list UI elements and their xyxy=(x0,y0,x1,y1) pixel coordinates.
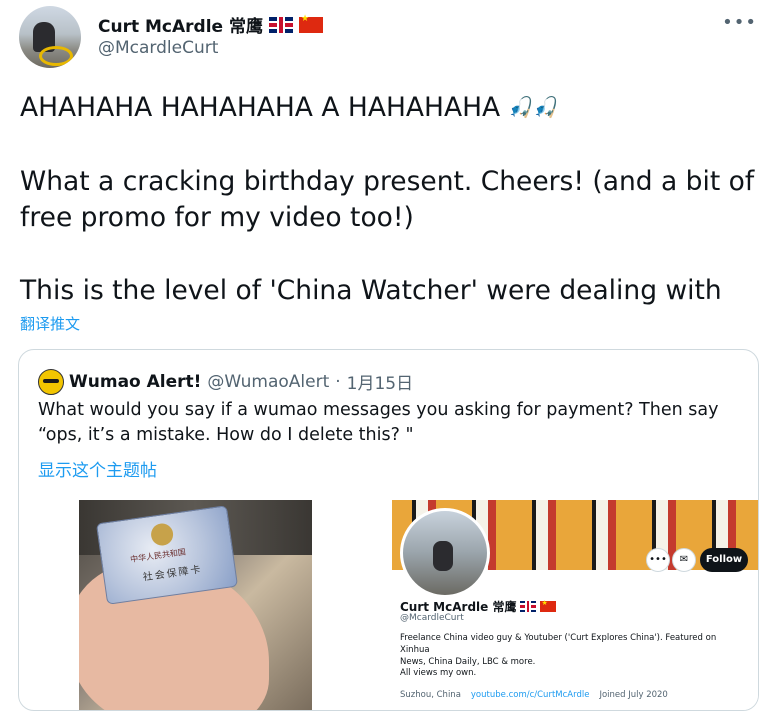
tweet-text-1: AHAHAHA HAHAHAHA A HAHAHAHA xyxy=(20,92,501,123)
profile-meta: Suzhou, China youtube.com/c/CurtMcArdle … xyxy=(400,690,668,700)
tweet-text-line-4: This is the level of 'China Watcher' wer… xyxy=(20,275,722,306)
author-avatar[interactable] xyxy=(19,6,81,68)
profile-bio: Freelance China video guy & Youtuber ('C… xyxy=(400,632,745,668)
quote-separator: · xyxy=(335,371,341,392)
more-small-icon: ••• xyxy=(646,548,670,572)
profile-link: youtube.com/c/CurtMcArdle xyxy=(470,690,590,700)
quote-header: Wumao Alert! @WumaoAlert · 1月15日 xyxy=(69,369,413,395)
quote-text-line-2: “ops, it’s a mistake. How do I delete th… xyxy=(38,425,414,445)
more-options-icon[interactable]: ••• xyxy=(722,12,757,33)
card-text-1: 中华人民共和国 xyxy=(129,547,187,565)
card-text-2: 社会保障卡 xyxy=(142,564,204,584)
quote-photo-social-security-card[interactable]: 中华人民共和国 社会保障卡 xyxy=(79,500,312,710)
quote-photo-profile-screenshot[interactable]: ••• ✉ Follow Curt McArdle 常鹰 @McardleCur… xyxy=(392,500,758,710)
joined-text: Joined July 2020 xyxy=(599,690,668,700)
location-text: Suzhou, China xyxy=(400,690,461,700)
profile-handle: @McardleCurt xyxy=(400,613,464,623)
quote-date[interactable]: 1月15日 xyxy=(347,369,413,394)
profile-avatar xyxy=(400,508,490,598)
show-thread-link[interactable]: 显示这个主题帖 xyxy=(38,456,157,481)
author-name-row[interactable]: Curt McArdle 常鹰 xyxy=(98,12,323,37)
tweet-text-line-1: AHAHAHA HAHAHAHA A HAHAHAHA 🎣🎣 xyxy=(20,90,558,127)
translate-tweet-link[interactable]: 翻译推文 xyxy=(20,313,80,334)
author-display-name[interactable]: Curt McArdle 常鹰 xyxy=(98,12,263,37)
author-handle[interactable]: @McardleCurt xyxy=(98,38,218,58)
fishing-emoji-icon: 🎣 xyxy=(508,95,534,119)
profile-bio-line-2: News, China Daily, LBC & more. xyxy=(400,657,536,667)
quote-author-name[interactable]: Wumao Alert! xyxy=(69,372,201,392)
quote-avatar[interactable] xyxy=(38,369,64,395)
uk-flag-icon xyxy=(520,601,537,612)
quote-author-handle[interactable]: @WumaoAlert xyxy=(207,372,329,392)
china-flag-icon xyxy=(540,599,557,612)
tweet-text-line-2: What a cracking birthday present. Cheers… xyxy=(20,166,755,197)
uk-flag-icon xyxy=(269,16,293,33)
quote-text: What would you say if a wumao messages y… xyxy=(38,398,738,448)
profile-bio-line-1: Freelance China video guy & Youtuber ('C… xyxy=(400,633,717,655)
quote-text-line-1: What would you say if a wumao messages y… xyxy=(38,400,719,420)
fishing-emoji-icon: 🎣 xyxy=(533,95,559,119)
national-emblem-icon xyxy=(149,522,175,547)
china-flag-icon xyxy=(299,14,323,33)
profile-views-disclaimer: All views my own. xyxy=(400,668,477,678)
quoted-tweet[interactable]: Wumao Alert! @WumaoAlert · 1月15日 What wo… xyxy=(18,349,759,711)
follow-button: Follow xyxy=(700,548,748,572)
tweet-text-line-3: free promo for my video too!) xyxy=(20,202,414,233)
message-icon: ✉ xyxy=(672,548,696,572)
